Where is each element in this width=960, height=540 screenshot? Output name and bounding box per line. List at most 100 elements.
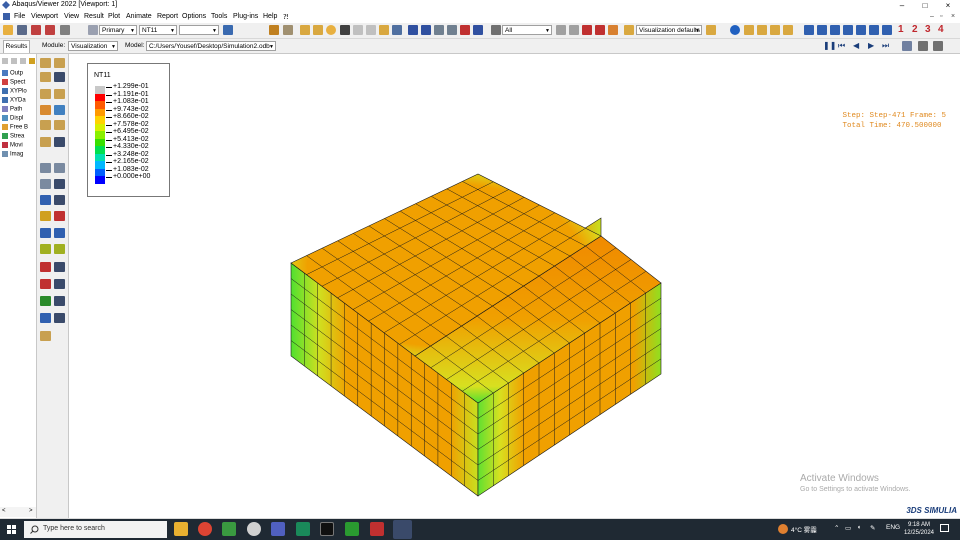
zoom-icon[interactable] xyxy=(447,25,457,35)
tree-item-display-group[interactable]: Displ xyxy=(2,115,23,124)
document-icon[interactable] xyxy=(3,13,10,20)
component-combo[interactable]: ▼ xyxy=(179,25,219,35)
xy-data-icon[interactable] xyxy=(40,179,51,189)
query-icon[interactable] xyxy=(60,25,70,35)
result-options-icon[interactable] xyxy=(54,228,65,238)
report-xy-icon[interactable] xyxy=(54,211,65,221)
probe-values-icon[interactable] xyxy=(40,262,51,272)
replace-icon[interactable] xyxy=(608,25,618,35)
axis-6-icon[interactable] xyxy=(869,25,879,35)
print-icon[interactable] xyxy=(17,25,27,35)
primary-combo[interactable]: Primary ▼ xyxy=(99,25,137,35)
tree-item-xyplot[interactable]: XYPlo xyxy=(2,88,27,97)
menu-result[interactable]: Result xyxy=(84,13,104,20)
info-icon[interactable] xyxy=(730,25,740,35)
top-view-icon[interactable] xyxy=(770,25,780,35)
weather-text[interactable]: 4°C 雾霾 xyxy=(791,524,817,534)
plot-deformed-icon[interactable] xyxy=(54,58,65,68)
display-group-create-icon[interactable] xyxy=(40,296,51,306)
menu-report[interactable]: Report xyxy=(157,13,178,20)
tree-delete-icon[interactable] xyxy=(20,58,26,64)
notepad-plus-icon[interactable] xyxy=(222,522,236,536)
pan-icon[interactable] xyxy=(408,25,418,35)
first-frame-icon[interactable]: ⏮ xyxy=(838,42,845,50)
view-4-button[interactable]: 4 xyxy=(938,24,944,35)
module-combo[interactable]: Visualization ▼ xyxy=(68,41,118,51)
close-button[interactable]: × xyxy=(940,0,956,11)
volume-icon[interactable]: ◖ xyxy=(857,524,861,531)
tree-filter-icon[interactable] xyxy=(29,58,35,64)
minimize-button[interactable]: – xyxy=(894,0,910,11)
shape-icon[interactable] xyxy=(300,25,310,35)
plot-material-orientations-icon[interactable] xyxy=(54,89,65,99)
last-frame-icon[interactable]: ⏭ xyxy=(882,42,889,50)
xy-data-manager-icon[interactable] xyxy=(54,179,65,189)
tree-new-icon[interactable] xyxy=(2,58,8,64)
tree-horizontal-scrollbar[interactable]: < > xyxy=(0,507,36,517)
tree-item-path[interactable]: Path xyxy=(2,106,22,115)
next-frame-icon[interactable]: ▶ xyxy=(868,42,874,50)
axis-7-icon[interactable] xyxy=(882,25,892,35)
fe-model-contour-plot[interactable] xyxy=(69,54,960,500)
menu-plot[interactable]: Plot xyxy=(108,13,120,20)
visualization-defaults-combo[interactable]: Visualization defaults ▼ xyxy=(636,25,702,35)
mdi-restore-button[interactable]: ▫ xyxy=(940,13,942,20)
tree-item-output[interactable]: Outp xyxy=(2,70,23,79)
box-zoom-icon[interactable] xyxy=(460,25,470,35)
menu-file[interactable]: File xyxy=(14,13,25,20)
animation-options-icon[interactable] xyxy=(902,41,912,51)
weather-icon[interactable] xyxy=(778,524,788,534)
path-manager-icon[interactable] xyxy=(54,195,65,205)
model-combo[interactable]: C:/Users/Yousef/Desktop/Simulation2.odb ▼ xyxy=(146,41,276,51)
menu-viewport[interactable]: Viewport xyxy=(31,13,58,20)
redo-icon[interactable] xyxy=(366,25,376,35)
chrome-icon[interactable] xyxy=(198,522,212,536)
menu-plugins[interactable]: Plug-ins xyxy=(233,13,258,20)
pause-icon[interactable]: ❚❚ xyxy=(823,42,836,50)
stream-manager-icon[interactable] xyxy=(54,244,65,254)
free-body-icon[interactable] xyxy=(40,313,51,323)
animate-scale-factor-icon[interactable] xyxy=(40,137,51,147)
axis-2-icon[interactable] xyxy=(817,25,827,35)
contour-legend[interactable]: NT11 +1.299e-01 +1.191e-01 +1.083e-01 +9.74… xyxy=(87,63,170,197)
plot-contours-deformed-icon[interactable] xyxy=(54,72,65,82)
allow-multiple-plot-states-icon[interactable] xyxy=(40,105,51,115)
field-output-icon[interactable] xyxy=(88,25,98,35)
tree-item-image[interactable]: Imag xyxy=(2,151,23,160)
tree-item-xydata[interactable]: XYDa xyxy=(2,97,26,106)
plot-symbols-icon[interactable] xyxy=(40,89,51,99)
abaqus-cae-icon[interactable] xyxy=(370,522,384,536)
taskbar-search-box[interactable]: Type here to search xyxy=(24,521,167,538)
undeformed-icon[interactable] xyxy=(313,25,323,35)
pen-icon[interactable] xyxy=(269,25,279,35)
rotate-icon[interactable] xyxy=(421,25,431,35)
taskbar-clock[interactable]: 9:18 AM 12/25/2024 xyxy=(904,521,934,537)
view-1-button[interactable]: 1 xyxy=(898,24,904,35)
menu-tools[interactable]: Tools xyxy=(211,13,227,20)
camera-icon[interactable] xyxy=(918,41,928,51)
remove-icon[interactable] xyxy=(595,25,605,35)
movie-icon[interactable] xyxy=(933,41,943,51)
scroll-right-icon[interactable]: > xyxy=(29,508,33,514)
tree-item-movie[interactable]: Movi xyxy=(2,142,23,151)
green-app-icon[interactable] xyxy=(345,522,359,536)
terminal-icon[interactable] xyxy=(320,522,334,536)
magnify-icon[interactable] xyxy=(434,25,444,35)
display-group-manager-icon[interactable] xyxy=(54,296,65,306)
axis-4-icon[interactable] xyxy=(843,25,853,35)
menu-help[interactable]: Help xyxy=(263,13,277,20)
tree-item-spectrum[interactable]: Spect xyxy=(2,79,25,88)
selection-option-icon[interactable] xyxy=(556,25,566,35)
contour-icon[interactable] xyxy=(326,25,336,35)
menu-view[interactable]: View xyxy=(64,13,79,20)
selection-combo[interactable]: All ▼ xyxy=(502,25,552,35)
box-select-icon[interactable] xyxy=(582,25,592,35)
back-view-icon[interactable] xyxy=(757,25,767,35)
app-blue-icon[interactable] xyxy=(271,522,285,536)
superimpose-options-icon[interactable] xyxy=(54,105,65,115)
view-2-button[interactable]: 2 xyxy=(912,24,918,35)
tree-item-free-body[interactable]: Free B xyxy=(2,124,28,133)
maximize-button[interactable]: □ xyxy=(917,0,933,11)
common-options-icon[interactable] xyxy=(40,120,51,130)
stream-icon[interactable] xyxy=(40,244,51,254)
